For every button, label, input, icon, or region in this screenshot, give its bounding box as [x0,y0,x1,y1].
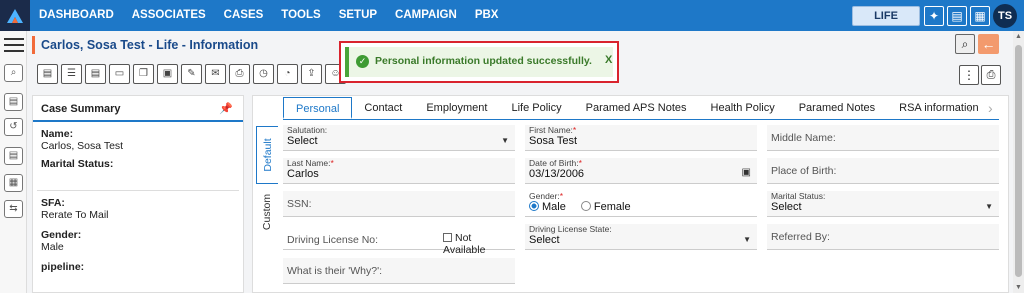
avatar[interactable]: TS [993,4,1017,28]
nav-tools[interactable]: TOOLS [272,0,329,31]
back-arrow-icon[interactable]: ← [978,34,999,54]
print-icon[interactable]: ⎙ [981,65,1001,85]
checklist-icon[interactable]: ☰ [61,64,82,84]
dob-field[interactable]: Date of Birth:* 03/13/2006 ▣ [525,158,757,184]
tab-bar: Personal Contact Employment Life Policy … [283,97,991,119]
menu-icon[interactable] [4,38,24,56]
vtab-custom[interactable]: Custom [256,184,278,240]
tab-paramed-aps-notes[interactable]: Paramed APS Notes [574,97,699,119]
success-toast: ✓ Personal information updated successfu… [339,41,619,83]
summary-sfa-value: Rerate To Mail [41,209,109,221]
workflow-icon[interactable]: ⇆ [4,200,23,218]
chevron-left-icon[interactable]: ‹ [967,100,972,116]
gender-radio-group: Gender:* Male Female [525,191,757,217]
app-logo[interactable] [0,0,30,31]
page-scrollbar[interactable]: ▲ ▼ [1013,31,1024,293]
timer-icon[interactable]: ◷ [253,64,274,84]
case-summary-panel: Case Summary 📌 Name: Carlos, Sosa Test Ma… [32,95,244,293]
nav-associates[interactable]: ASSOCIATES [123,0,215,31]
history-icon[interactable]: ↺ [4,118,23,136]
why-field[interactable]: What is their 'Why?': [283,258,515,284]
driving-license-field[interactable]: Driving License No: Not Available [283,224,515,256]
life-button[interactable]: LIFE [852,6,920,26]
last-name-field[interactable]: Last Name:* Carlos [283,158,515,184]
document-add-icon[interactable]: ▤ [4,93,23,111]
pin-icon[interactable]: 📌 [219,102,233,115]
not-available-checkbox[interactable]: Not Available [443,232,515,256]
note-icon[interactable]: ✎ [181,64,202,84]
summary-gender-value: Male [41,241,64,253]
ssn-field[interactable]: SSN: [283,191,515,217]
tab-personal[interactable]: Personal [283,97,353,119]
first-name-field[interactable]: First Name:* Sosa Test [525,125,757,151]
summary-name-label: Name: [41,128,74,140]
page-title: Carlos, Sosa Test - Life - Information [32,36,258,54]
gender-male-radio[interactable] [529,201,539,211]
vtab-default[interactable]: Default [256,126,278,184]
summary-sfa-label: SFA: [41,197,65,209]
marital-status-select[interactable]: Marital Status: Select ▼ [767,191,999,217]
dropdown-caret-icon: ▼ [743,235,751,244]
nav-dashboard[interactable]: DASHBOARD [30,0,123,31]
dropdown-caret-icon: ▼ [985,202,993,211]
sparkle-icon[interactable]: ✦ [924,6,944,26]
tab-rsa-information[interactable]: RSA information [887,97,990,119]
chevron-right-icon[interactable]: › [988,100,993,116]
summary-gender-label: Gender: [41,229,82,241]
action-toolbar: ▤ ☰ ▤ ▭ ❐ ▣ ✎ ✉ ⎙ ◷ ◔ ⇪ ☺ [37,64,349,84]
more-options-icon[interactable]: ⋮ [959,65,979,85]
referred-by-field[interactable]: Referred By: [767,224,999,250]
mail-icon[interactable]: ✉ [205,64,226,84]
summary-name-value: Carlos, Sosa Test [41,140,124,152]
case-summary-heading: Case Summary [41,103,121,115]
upload-icon[interactable]: ⇪ [301,64,322,84]
copy-icon[interactable]: ❐ [133,64,154,84]
summary-marital-label: Marital Status: [41,158,114,170]
search-icon[interactable]: ⌕ [4,64,23,82]
search-icon[interactable]: ⌕ [955,34,975,54]
middle-name-field[interactable]: Middle Name: [767,125,999,151]
tab-health-policy[interactable]: Health Policy [699,97,787,119]
nav-campaign[interactable]: CAMPAIGN [386,0,466,31]
calendar-search-icon[interactable]: ▦ [4,174,23,192]
document-search-icon[interactable]: ▤ [85,64,106,84]
check-circle-icon: ✓ [356,55,369,68]
gender-female-radio[interactable] [580,201,591,211]
form-icon[interactable]: ▤ [37,64,58,84]
tab-paramed-notes[interactable]: Paramed Notes [787,97,887,119]
toast-message: Personal information updated successfull… [375,55,592,67]
clock-icon[interactable]: ◔ [277,64,298,84]
calendar-icon[interactable]: ▣ [742,167,751,178]
clipboard-icon[interactable]: ▤ [947,6,967,26]
salutation-select[interactable]: Salutation: Select ▼ [283,125,515,151]
nav-pbx[interactable]: PBX [466,0,508,31]
toast-close-button[interactable]: X [605,54,612,66]
document-search-icon[interactable]: ▤ [4,147,23,165]
summary-pipeline-label: pipeline: [41,261,85,273]
tab-life-policy[interactable]: Life Policy [499,97,573,119]
nav-cases[interactable]: CASES [215,0,273,31]
dropdown-caret-icon: ▼ [501,136,509,145]
print-icon[interactable]: ⎙ [229,64,250,84]
tab-employment[interactable]: Employment [414,97,499,119]
calendar-icon[interactable]: ▦ [970,6,990,26]
tab-contact[interactable]: Contact [352,97,414,119]
document-icon[interactable]: ▭ [109,64,130,84]
dl-state-select[interactable]: Driving License State: Select ▼ [525,224,757,250]
nav-setup[interactable]: SETUP [330,0,386,31]
place-of-birth-field[interactable]: Place of Birth: [767,158,999,184]
image-icon[interactable]: ▣ [157,64,178,84]
